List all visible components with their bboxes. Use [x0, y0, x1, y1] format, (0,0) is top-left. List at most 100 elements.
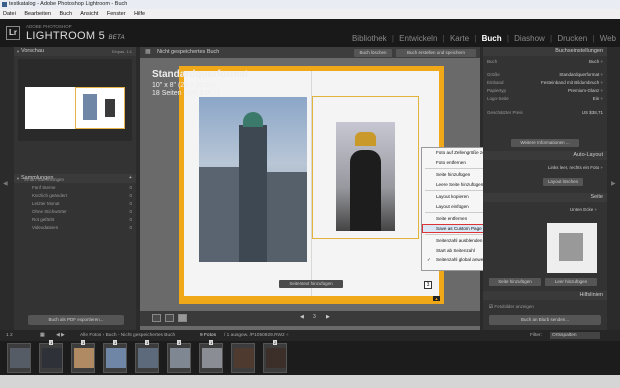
dome-shape — [350, 150, 381, 231]
window-title: testkatalog - Adobe Photoshop Lightroom … — [9, 1, 128, 7]
menu-hilfe[interactable]: Hilfe — [134, 11, 145, 17]
preview-left-page — [25, 87, 75, 129]
collection-item[interactable]: Kürzlich geändert 0 — [14, 192, 136, 200]
page-nav-next-icon[interactable]: ▶ — [326, 314, 330, 320]
clear-book-button[interactable]: Buch löschen — [354, 49, 392, 57]
book-name: Nicht gespeichertes Buch — [157, 49, 220, 55]
more-info-button[interactable]: Weitere Informationen ... — [511, 139, 579, 147]
preview-zoom-modes[interactable]: Einpas. 1:1 — [112, 47, 132, 56]
module-buch[interactable]: Buch — [482, 34, 502, 43]
thumbnail-image — [10, 348, 30, 368]
window-titlebar: testkatalog - Adobe Photoshop Lightroom … — [0, 0, 620, 9]
single-page-view-icon[interactable] — [178, 314, 187, 322]
left-panel-toggle-icon[interactable]: ◀ — [3, 180, 8, 187]
module-karte[interactable]: Karte — [450, 34, 469, 43]
grid-icon[interactable]: ▦ — [145, 48, 151, 55]
multi-page-view-icon[interactable] — [152, 314, 161, 322]
setting-logo[interactable]: Logo-Seite Ein ÷ — [483, 95, 607, 103]
menu-buch[interactable]: Buch — [60, 11, 73, 17]
collection-item[interactable]: Ohne Stichwörter 0 — [14, 208, 136, 216]
thumbnail-image — [202, 348, 222, 368]
book-settings-header[interactable]: Buchseinstellungen — [483, 47, 607, 56]
thumbnail-image — [170, 348, 190, 368]
clear-layout-button[interactable]: Layout löschen — [543, 178, 583, 186]
collection-set-smart[interactable]: Smart-Sammlungen — [14, 176, 136, 184]
add-blank-button[interactable]: Leer hinzufügen — [545, 278, 597, 286]
menu-ansicht[interactable]: Ansicht — [80, 11, 98, 17]
module-diashow[interactable]: Diashow — [514, 34, 545, 43]
add-page-button[interactable]: Seite hinzufügen — [489, 278, 541, 286]
module-entwickeln[interactable]: Entwickeln — [399, 34, 437, 43]
photo-count: 9 Fotos — [200, 333, 216, 338]
usage-count-badge: 1 — [81, 340, 86, 345]
menu-fenster[interactable]: Fenster — [107, 11, 126, 17]
photo-tower[interactable] — [199, 97, 307, 262]
tower-dome — [243, 112, 263, 127]
book-format-info: 10" x 8" (25 x 20 cm) 18 Seiten - US $38… — [152, 82, 221, 98]
checkmark-icon: ✓ — [427, 257, 431, 262]
setting-cover[interactable]: Einband Festeinband mit Bildumbruch ÷ — [483, 79, 607, 87]
page-header[interactable]: Seite — [483, 193, 607, 202]
thumbnail-image — [266, 348, 286, 368]
right-panel-toggle-icon[interactable]: ▶ — [611, 180, 616, 187]
add-page-text-button[interactable]: Seitentext hinzufügen — [279, 280, 343, 288]
right-panel: Buchseinstellungen Buch Buch ÷ Größe Stand… — [483, 47, 607, 330]
building-left — [199, 167, 239, 262]
collection-item[interactable]: Videodateien 0 — [14, 224, 136, 232]
module-picker: Bibliothek | Entwickeln | Karte | Buch |… — [351, 34, 616, 43]
menu-bearbeiten[interactable]: Bearbeiten — [24, 11, 51, 17]
collapse-triangle-icon: ▼ — [16, 49, 20, 54]
secondary-window-buttons[interactable]: 1 2 — [6, 330, 13, 341]
book-type-row[interactable]: Buch Buch ÷ — [483, 58, 607, 66]
grid-view-icon[interactable]: ▦ — [40, 330, 45, 341]
app-icon — [2, 2, 7, 7]
identity-subtitle: ADOBE PHOTOSHOP — [26, 24, 72, 29]
page-number-position[interactable]: Unten Ecke ÷ — [487, 207, 597, 212]
preview-photo — [83, 94, 97, 120]
auto-layout-preset[interactable]: Links leer, rechts ein Foto ÷ — [487, 165, 603, 170]
left-panel: ▼ Vorschau Einpas. 1:1 ▼ Sammlungen + Sm… — [14, 47, 136, 330]
center-bottom-toolbar: ◀ 3 ▶ — [140, 311, 480, 326]
create-book-button[interactable]: Buch erstellen und speichern — [396, 49, 476, 57]
filter-select[interactable]: Ortsspalten — [550, 332, 600, 339]
collection-item[interactable]: Rot gefärbt 0 — [14, 216, 136, 224]
auto-layout-header[interactable]: Auto-Layout — [483, 151, 607, 160]
page-nav-prev-icon[interactable]: ◀ — [300, 314, 304, 320]
taskbar — [0, 375, 620, 388]
module-web[interactable]: Web — [600, 34, 616, 43]
send-to-blurb-button[interactable]: Buch an Blurb senden... — [489, 315, 601, 325]
setting-paper[interactable]: Papiertyp Premium-Glanz ÷ — [483, 87, 607, 95]
page-template-preview[interactable] — [547, 223, 597, 273]
thumbnail-image — [234, 348, 254, 368]
identity-product: LIGHTROOM 5 BETA — [26, 30, 125, 42]
page-number-label[interactable]: 3 — [424, 281, 432, 289]
filter-label: Filter: — [530, 333, 542, 338]
guides-header[interactable]: Hilfslinien — [483, 291, 607, 300]
photo-crown-tower[interactable] — [336, 122, 395, 231]
book-size: 10" x 8" (25 x 20 cm) — [152, 82, 217, 89]
module-drucken[interactable]: Drucken — [557, 34, 587, 43]
thumbnail-image — [106, 348, 126, 368]
usage-count-badge: 1 — [49, 340, 54, 345]
nav-back-icon[interactable]: ◀ ▶ — [56, 330, 65, 341]
center-toolbar: ▦ Nicht gespeichertes Buch Buch löschen … — [140, 47, 480, 58]
estimated-price: Geschätzter Preis US $38,71 — [487, 110, 603, 115]
filmstrip-source[interactable]: Alle Fotos › Buch - Nicht gespeichertes … — [80, 330, 175, 341]
collection-item[interactable]: Letzter Monat 0 — [14, 200, 136, 208]
setting-size[interactable]: Größe Standardquerformat ÷ — [483, 71, 607, 79]
crown-shape — [355, 132, 376, 146]
menu-bar: Datei Bearbeiten Buch Ansicht Fenster Hi… — [0, 9, 620, 19]
spread-view-icon[interactable] — [165, 314, 174, 322]
module-bibliothek[interactable]: Bibliothek — [352, 34, 387, 43]
filmstrip-toolbar: 1 2 ▦ ◀ ▶ Alle Fotos › Buch - Nicht gesp… — [0, 330, 620, 341]
collections-list: Smart-Sammlungen Fünf Sterne 0 Kürzlich g… — [14, 176, 136, 232]
page-badge-icon: ▲ — [433, 296, 440, 301]
guides-option[interactable]: ☑ Fotobilder anzeigen — [489, 304, 534, 310]
preview-pane — [18, 59, 132, 141]
collection-item[interactable]: Fünf Sterne 0 — [14, 184, 136, 192]
usage-count-badge: 1 — [145, 340, 150, 345]
preview-header[interactable]: ▼ Vorschau Einpas. 1:1 — [14, 47, 136, 56]
building-right — [267, 172, 307, 262]
menu-datei[interactable]: Datei — [3, 11, 16, 17]
export-pdf-button[interactable]: Buch als PDF exportieren... — [28, 315, 124, 325]
